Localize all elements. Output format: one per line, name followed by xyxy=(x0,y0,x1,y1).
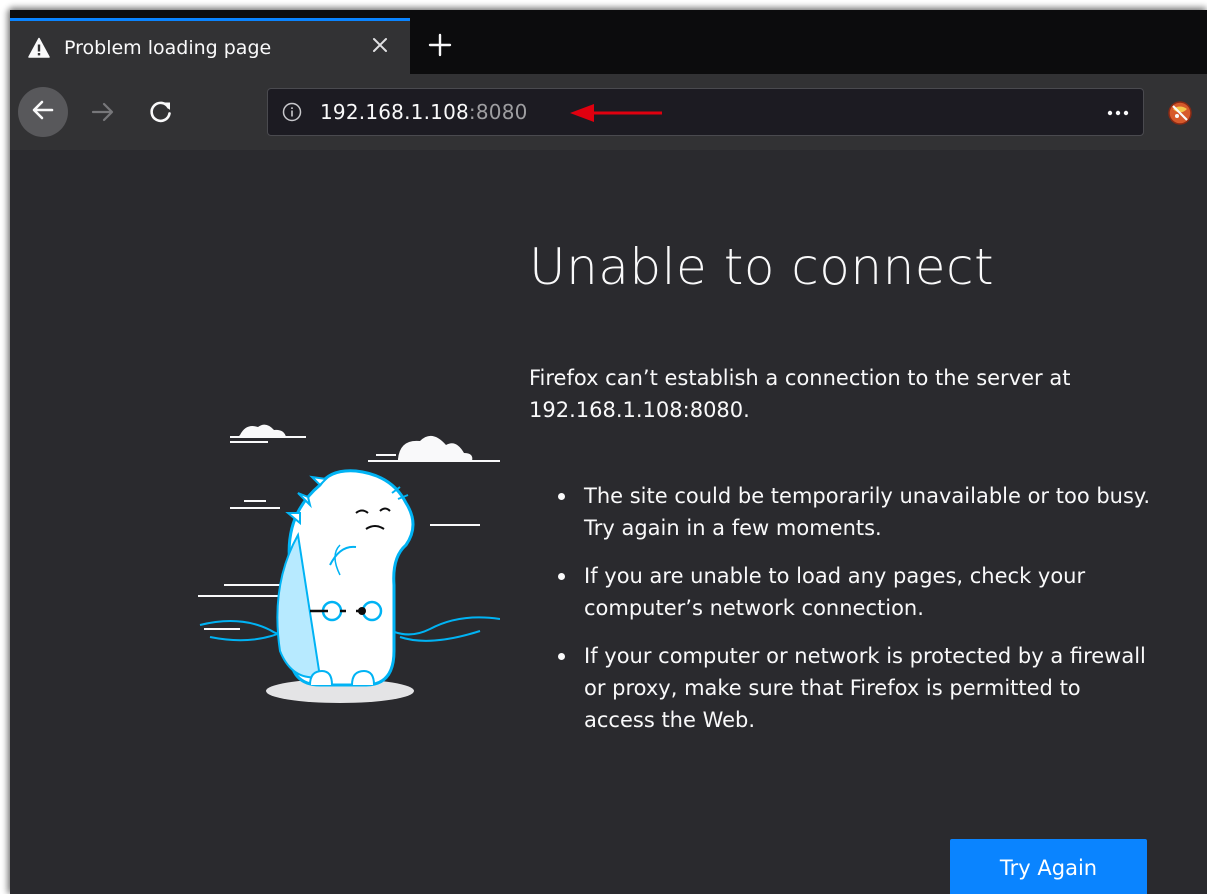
url-host: 192.168.1.108 xyxy=(320,100,469,124)
back-button[interactable] xyxy=(18,87,68,137)
tab-title: Problem loading page xyxy=(64,36,272,59)
list-item: The site could be temporarily unavailabl… xyxy=(556,480,1156,544)
url-port: :8080 xyxy=(468,100,528,124)
forward-arrow-icon[interactable] xyxy=(90,99,116,125)
extension-icon[interactable] xyxy=(1167,100,1193,126)
suggestion-text: If your computer or network is protected… xyxy=(584,644,1146,732)
error-page: Unable to connect Firefox can’t establis… xyxy=(10,150,1207,894)
warning-icon xyxy=(28,37,50,59)
error-suggestions: The site could be temporarily unavailabl… xyxy=(556,480,1156,752)
bullet xyxy=(558,493,565,500)
close-tab-icon[interactable] xyxy=(368,33,392,57)
error-description: Firefox can’t establish a connection to … xyxy=(529,366,1071,422)
more-horizontal-icon[interactable] xyxy=(1107,104,1129,122)
list-item: If you are unable to load any pages, che… xyxy=(556,560,1156,624)
try-again-button[interactable]: Try Again xyxy=(950,839,1147,894)
tab-problem-loading[interactable]: Problem loading page xyxy=(10,18,410,74)
tab-strip: Problem loading page xyxy=(10,10,1207,74)
info-icon[interactable] xyxy=(282,102,302,122)
navigation-toolbar: 192.168.1.108:8080 xyxy=(10,74,1207,150)
annotation-arrow-icon xyxy=(568,101,664,125)
url-text[interactable]: 192.168.1.108:8080 xyxy=(320,100,528,124)
reload-icon[interactable] xyxy=(147,98,175,126)
error-title: Unable to connect xyxy=(529,238,995,296)
new-tab-icon[interactable] xyxy=(427,32,453,58)
url-bar[interactable]: 192.168.1.108:8080 xyxy=(267,88,1144,136)
disconnected-dinosaur-illustration xyxy=(198,424,500,703)
suggestion-text: The site could be temporarily unavailabl… xyxy=(584,484,1151,540)
browser-window: Problem loading page 192.168.1.108:8080 … xyxy=(10,10,1207,894)
list-item: If your computer or network is protected… xyxy=(556,640,1156,736)
bullet xyxy=(558,653,565,660)
back-arrow-icon xyxy=(30,97,56,127)
bullet xyxy=(558,573,565,580)
suggestion-text: If you are unable to load any pages, che… xyxy=(584,564,1086,620)
